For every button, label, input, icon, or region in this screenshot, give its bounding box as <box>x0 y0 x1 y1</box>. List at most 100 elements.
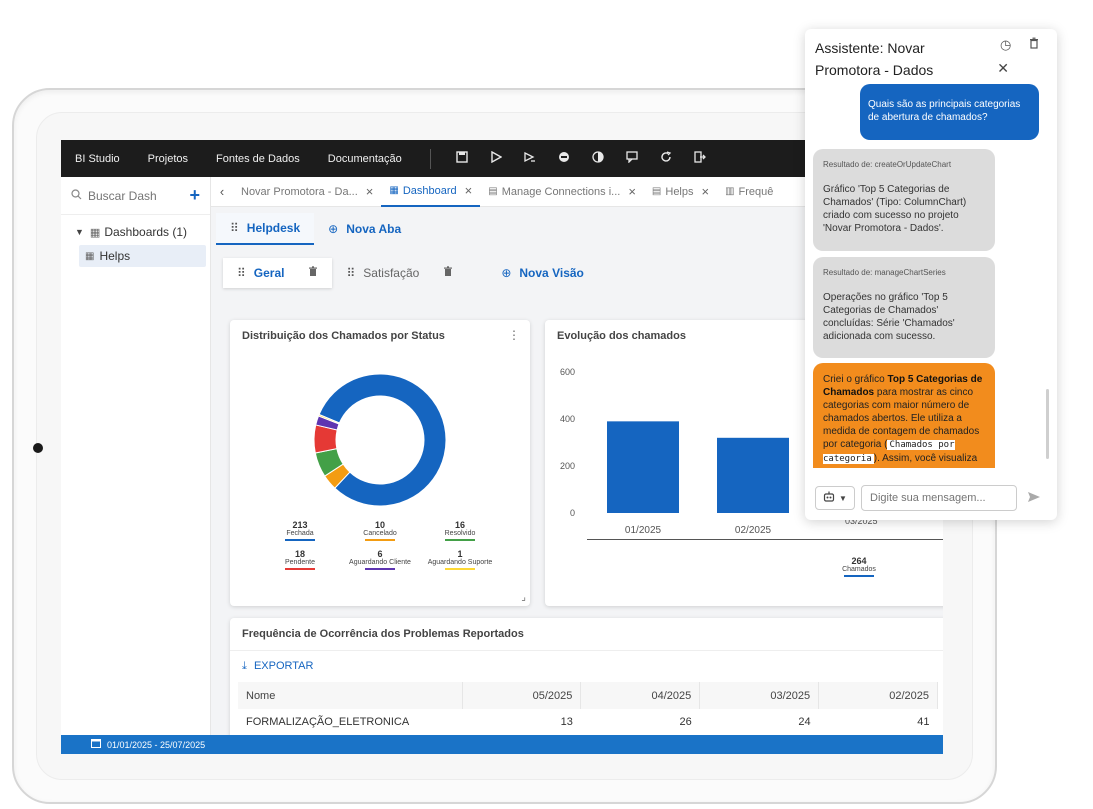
more-vertical-icon[interactable]: ⋮ <box>508 328 520 342</box>
drag-handle-icon[interactable]: ⠿ <box>346 266 355 280</box>
search-dash-input[interactable] <box>88 188 178 203</box>
dashboards-tree-root[interactable]: ▼ ▦ Dashboards (1) <box>61 215 210 239</box>
menu-fontes-de-dados[interactable]: Fontes de Dados <box>202 153 314 165</box>
assistant-text: Criei o gráfico <box>823 374 888 385</box>
close-icon[interactable]: × <box>366 184 374 199</box>
date-range-label: 01/01/2025 - 25/07/2025 <box>107 739 206 750</box>
column-header[interactable]: 05/2025 <box>462 682 582 709</box>
bar-02-2025[interactable] <box>717 437 789 513</box>
tab-frequencia[interactable]: ▥ Frequê <box>717 177 781 207</box>
trash-icon[interactable] <box>443 266 453 280</box>
save-icon[interactable] <box>445 151 479 166</box>
column-header[interactable]: 03/2025 <box>699 682 820 709</box>
add-dashboard-button[interactable]: + <box>189 185 200 206</box>
tab-helps[interactable]: ▤ Helps × <box>644 177 717 207</box>
comment-icon[interactable] <box>615 151 649 166</box>
legend-label: Pendente <box>285 559 315 566</box>
legend-value: 6 <box>377 549 383 559</box>
dashboard-icon: ▦ <box>389 185 399 196</box>
sidebar-search: + <box>61 177 210 215</box>
assistant-text: ). Assim, você visualiza <box>873 453 978 464</box>
refresh-icon[interactable] <box>649 151 683 166</box>
table-icon: ▤ <box>488 186 498 197</box>
user-message: Quais são as principais categorias de ab… <box>860 84 1039 140</box>
legend-value: 16 <box>454 520 465 530</box>
assistant-message: Criei o gráfico Top 5 Categorias de Cham… <box>813 363 995 468</box>
chat-header-actions: ◷ <box>986 37 1039 53</box>
column-header-nome[interactable]: Nome <box>238 682 463 709</box>
legend-swatch <box>445 539 475 541</box>
legend-item: 16 Resolvido <box>420 520 500 541</box>
close-icon[interactable]: ✕ <box>997 60 1009 77</box>
run-selected-icon[interactable] <box>513 151 547 166</box>
axis-baseline <box>587 539 943 540</box>
send-icon[interactable] <box>1027 491 1041 506</box>
dashboards-sidebar: + ▼ ▦ Dashboards (1) ▦ Helps <box>61 177 211 735</box>
bar-01-2025[interactable] <box>607 421 679 513</box>
chat-scrollbar[interactable] <box>1046 389 1049 459</box>
frequency-table: Nome 05/2025 04/2025 03/2025 02/2025 FOR… <box>238 682 938 735</box>
legend-value: 10 <box>374 520 385 530</box>
history-icon[interactable]: ◷ <box>1000 37 1011 52</box>
card-title: Evolução dos chamados <box>557 330 686 342</box>
x-tick-label: 01/2025 <box>625 525 662 536</box>
dashboard-icon: ▦ <box>89 226 101 239</box>
chevron-left-icon[interactable]: ‹ <box>211 184 233 199</box>
drag-handle-icon[interactable]: ⠿ <box>230 221 239 235</box>
menu-separator <box>429 148 431 169</box>
menu-projetos[interactable]: Projetos <box>134 153 202 165</box>
stop-icon[interactable] <box>547 151 581 166</box>
chat-message-input[interactable] <box>861 485 1017 511</box>
add-tab-button[interactable]: ⊕ Nova Aba <box>314 213 415 245</box>
trash-icon[interactable] <box>1029 37 1039 52</box>
model-selector[interactable]: ▼ <box>815 486 855 510</box>
resize-handle-icon[interactable]: ⌟ <box>521 592 526 603</box>
contrast-icon[interactable] <box>581 151 615 166</box>
dashboard-icon: ▦ <box>85 250 95 262</box>
y-tick-label: 600 <box>560 367 575 377</box>
legend-label: Cancelado <box>363 530 397 537</box>
tab-dashboard[interactable]: ▦ Dashboard × <box>381 177 481 207</box>
tab-satisfacao[interactable]: ⠿ Satisfação <box>332 258 467 288</box>
sidebar-item-helps[interactable]: ▦ Helps <box>79 245 206 267</box>
add-tab-label: Nova Aba <box>346 222 402 236</box>
tab-novar-promotora[interactable]: Novar Promotora - Da... × <box>233 177 381 207</box>
tab-geral[interactable]: ⠿ Geral <box>223 258 333 288</box>
tab-label: Manage Connections i... <box>501 185 621 198</box>
legend-value: 18 <box>294 549 305 559</box>
close-icon[interactable]: × <box>465 183 473 198</box>
menu-documentacao[interactable]: Documentação <box>314 153 416 165</box>
download-icon: ⤓ <box>242 660 247 672</box>
tool-result-message: Resultado de: manageChartSeries Operaçõe… <box>813 257 995 358</box>
date-range-bar[interactable]: 01/01/2025 - 25/07/2025 <box>61 735 943 754</box>
table-cell: 13 <box>560 716 573 728</box>
column-header[interactable]: 02/2025 <box>818 682 938 709</box>
legend-label: Chamados <box>842 566 876 573</box>
tab-geral-label: Geral <box>253 266 285 280</box>
tool-result-message: Resultado de: createOrUpdateChart Gráfic… <box>813 149 995 251</box>
legend-label: Aguardando Suporte <box>427 559 493 566</box>
sidebar-item-label: Helps <box>99 249 131 263</box>
trash-icon[interactable] <box>308 266 318 280</box>
card-title: Distribuição dos Chamados por Status <box>242 330 445 342</box>
chevron-down-icon[interactable]: ▼ <box>75 227 84 237</box>
add-view-button[interactable]: ⊕ Nova Visão <box>487 258 598 288</box>
exit-icon[interactable] <box>683 151 717 166</box>
table-cell: 41 <box>917 716 930 728</box>
y-tick-label: 400 <box>560 414 575 424</box>
search-icon <box>71 188 82 203</box>
donut-slice-fechada[interactable] <box>318 373 447 507</box>
tab-helpdesk[interactable]: ⠿ Helpdesk <box>216 213 315 245</box>
table-row[interactable]: FORMALIZAÇÃO_ELETRONICA 13 26 24 41 <box>238 709 938 735</box>
menu-bi-studio[interactable]: BI Studio <box>61 153 134 165</box>
column-header[interactable]: 04/2025 <box>580 682 701 709</box>
legend-swatch <box>285 539 315 541</box>
close-icon[interactable]: × <box>628 184 636 199</box>
tab-manage-connections[interactable]: ▤ Manage Connections i... × <box>480 177 644 207</box>
export-button[interactable]: ⤓ EXPORTAR <box>242 660 313 673</box>
legend-swatch <box>365 568 395 570</box>
play-icon[interactable] <box>479 150 513 166</box>
drag-handle-icon[interactable]: ⠿ <box>237 266 246 280</box>
tab-label: Novar Promotora - Da... <box>241 185 358 198</box>
close-icon[interactable]: × <box>702 184 710 199</box>
